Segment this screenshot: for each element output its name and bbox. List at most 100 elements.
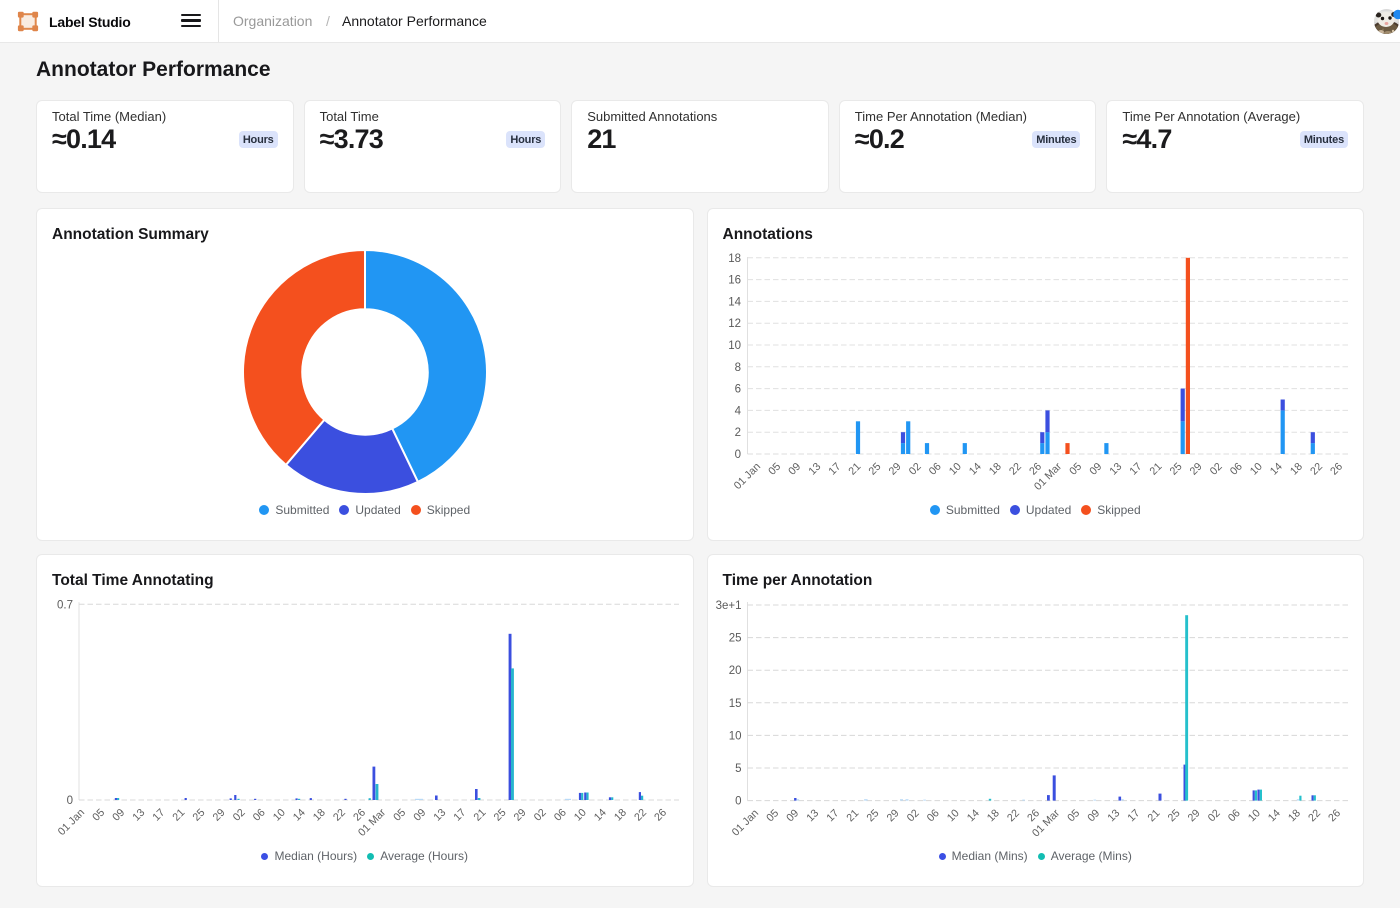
- svg-text:09: 09: [411, 807, 428, 824]
- svg-text:13: 13: [804, 807, 821, 824]
- svg-text:14: 14: [728, 296, 741, 308]
- svg-text:22: 22: [632, 807, 649, 824]
- svg-text:25: 25: [492, 807, 509, 824]
- svg-text:22: 22: [331, 807, 348, 824]
- svg-text:2: 2: [734, 427, 740, 439]
- svg-text:06: 06: [926, 461, 943, 478]
- svg-text:18: 18: [728, 253, 741, 265]
- svg-text:20: 20: [728, 665, 741, 677]
- svg-text:14: 14: [291, 807, 308, 824]
- svg-text:05: 05: [391, 807, 408, 824]
- svg-text:18: 18: [984, 807, 1001, 824]
- svg-text:25: 25: [1167, 461, 1184, 478]
- svg-text:09: 09: [784, 807, 801, 824]
- svg-text:29: 29: [886, 461, 903, 478]
- svg-text:25: 25: [728, 633, 741, 645]
- svg-text:05: 05: [1067, 461, 1084, 478]
- svg-text:22: 22: [1308, 461, 1325, 478]
- svg-text:14: 14: [964, 807, 981, 824]
- svg-text:0: 0: [735, 796, 741, 808]
- svg-text:5: 5: [735, 763, 741, 775]
- svg-text:26: 26: [1328, 461, 1345, 478]
- svg-text:06: 06: [251, 807, 268, 824]
- svg-text:29: 29: [884, 807, 901, 824]
- svg-text:29: 29: [1185, 807, 1202, 824]
- svg-text:6: 6: [734, 384, 740, 396]
- svg-text:02: 02: [906, 461, 923, 478]
- svg-text:22: 22: [1306, 807, 1323, 824]
- svg-text:0: 0: [734, 449, 740, 461]
- svg-text:05: 05: [766, 461, 783, 478]
- svg-text:13: 13: [806, 461, 823, 478]
- svg-text:26: 26: [652, 807, 669, 824]
- svg-text:26: 26: [1326, 807, 1343, 824]
- svg-text:17: 17: [451, 807, 468, 824]
- svg-text:13: 13: [431, 807, 448, 824]
- svg-text:10: 10: [944, 807, 961, 824]
- svg-text:01 Jan: 01 Jan: [731, 461, 762, 492]
- svg-text:09: 09: [1087, 461, 1104, 478]
- svg-text:17: 17: [824, 807, 841, 824]
- svg-text:18: 18: [1286, 807, 1303, 824]
- svg-text:17: 17: [1125, 807, 1142, 824]
- svg-text:29: 29: [211, 807, 228, 824]
- svg-text:05: 05: [764, 807, 781, 824]
- svg-text:18: 18: [612, 807, 629, 824]
- svg-text:01 Jan: 01 Jan: [56, 807, 87, 838]
- svg-text:02: 02: [904, 807, 921, 824]
- svg-text:18: 18: [986, 461, 1003, 478]
- svg-text:29: 29: [512, 807, 529, 824]
- svg-text:25: 25: [866, 461, 883, 478]
- svg-text:21: 21: [1145, 807, 1162, 824]
- svg-text:25: 25: [191, 807, 208, 824]
- svg-text:01 Jan: 01 Jan: [729, 807, 760, 838]
- svg-text:09: 09: [110, 807, 127, 824]
- svg-text:10: 10: [1245, 807, 1262, 824]
- svg-text:06: 06: [552, 807, 569, 824]
- svg-text:29: 29: [1187, 461, 1204, 478]
- svg-text:16: 16: [728, 275, 741, 287]
- svg-text:02: 02: [532, 807, 549, 824]
- svg-text:0.7: 0.7: [57, 599, 73, 611]
- svg-text:02: 02: [1207, 461, 1224, 478]
- svg-text:25: 25: [864, 807, 881, 824]
- svg-text:17: 17: [1127, 461, 1144, 478]
- svg-text:14: 14: [1265, 807, 1282, 824]
- svg-text:05: 05: [90, 807, 107, 824]
- svg-text:10: 10: [946, 461, 963, 478]
- svg-text:21: 21: [844, 807, 861, 824]
- svg-text:10: 10: [572, 807, 589, 824]
- svg-text:06: 06: [924, 807, 941, 824]
- svg-text:18: 18: [311, 807, 328, 824]
- svg-text:21: 21: [472, 807, 489, 824]
- svg-text:10: 10: [728, 730, 741, 742]
- svg-text:13: 13: [1105, 807, 1122, 824]
- svg-text:10: 10: [271, 807, 288, 824]
- svg-text:25: 25: [1165, 807, 1182, 824]
- svg-text:06: 06: [1227, 461, 1244, 478]
- svg-text:13: 13: [130, 807, 147, 824]
- svg-text:8: 8: [734, 362, 740, 374]
- svg-text:21: 21: [170, 807, 187, 824]
- svg-text:10: 10: [1247, 461, 1264, 478]
- svg-text:17: 17: [826, 461, 843, 478]
- svg-text:09: 09: [1085, 807, 1102, 824]
- svg-text:3e+1: 3e+1: [715, 600, 741, 612]
- svg-text:12: 12: [728, 318, 741, 330]
- svg-text:06: 06: [1225, 807, 1242, 824]
- svg-text:21: 21: [846, 461, 863, 478]
- svg-text:13: 13: [1107, 461, 1124, 478]
- svg-text:21: 21: [1147, 461, 1164, 478]
- svg-text:14: 14: [966, 461, 983, 478]
- svg-text:02: 02: [231, 807, 248, 824]
- svg-text:14: 14: [592, 807, 609, 824]
- svg-text:10: 10: [728, 340, 741, 352]
- svg-text:05: 05: [1065, 807, 1082, 824]
- svg-text:09: 09: [786, 461, 803, 478]
- svg-text:02: 02: [1205, 807, 1222, 824]
- svg-text:0: 0: [67, 795, 73, 807]
- svg-text:15: 15: [728, 698, 741, 710]
- svg-text:22: 22: [1007, 461, 1024, 478]
- svg-text:4: 4: [734, 405, 741, 417]
- svg-text:17: 17: [150, 807, 167, 824]
